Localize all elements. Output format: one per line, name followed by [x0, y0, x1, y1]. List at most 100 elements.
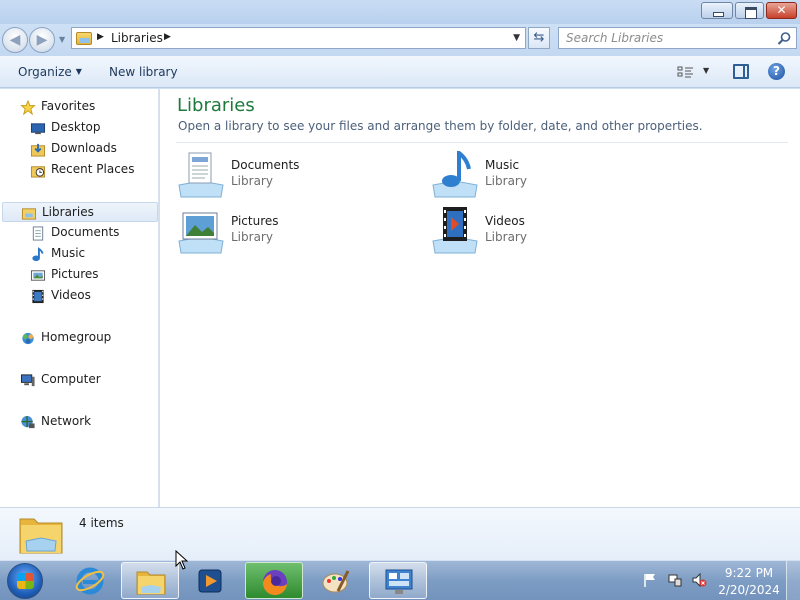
taskbar-windows-explorer[interactable]	[121, 562, 179, 599]
music-icon	[32, 247, 44, 262]
breadcrumb-chevron-icon[interactable]: ▶	[97, 32, 104, 42]
nav-label: Favorites	[41, 99, 96, 113]
taskbar-control-panel[interactable]	[369, 562, 427, 599]
library-tile-videos[interactable]: Videos Library	[431, 207, 671, 259]
nav-label: Computer	[41, 372, 101, 386]
tile-name: Documents	[231, 158, 300, 172]
taskbar-internet-explorer[interactable]	[61, 562, 119, 599]
control-panel-icon	[385, 569, 413, 594]
downloads-icon	[30, 143, 46, 157]
nav-label: Videos	[51, 288, 91, 302]
divider	[176, 142, 788, 143]
desktop-icon	[30, 123, 46, 135]
search-box[interactable]	[558, 27, 797, 49]
nav-computer[interactable]: Computer	[0, 370, 156, 390]
address-bar[interactable]: ▶ Libraries ▶ ▼	[71, 27, 526, 49]
nav-pictures[interactable]: Pictures	[0, 265, 156, 285]
videos-library-icon	[432, 207, 478, 254]
page-title: Libraries	[177, 95, 255, 116]
maximize-button[interactable]	[735, 2, 764, 19]
libraries-folder-icon	[19, 518, 63, 554]
volume-muted-icon[interactable]	[691, 572, 707, 588]
minimize-icon	[702, 3, 732, 18]
windows-explorer-icon	[136, 571, 166, 595]
content-area: Libraries Open a library to see your fil…	[160, 89, 800, 507]
search-input[interactable]	[559, 28, 771, 48]
nav-recent-places[interactable]: Recent Places	[0, 160, 156, 180]
nav-label: Desktop	[51, 120, 101, 134]
pictures-library-icon	[178, 212, 224, 254]
documents-icon	[32, 226, 44, 241]
nav-favorites[interactable]: Favorites	[0, 97, 156, 117]
close-button[interactable]	[766, 2, 797, 19]
taskbar-firefox[interactable]	[245, 562, 303, 599]
clock-date[interactable]: 2/20/2024	[718, 583, 780, 597]
back-button[interactable]: ◀	[2, 27, 28, 53]
help-button[interactable]: ?	[768, 63, 785, 80]
homegroup-icon	[22, 332, 34, 345]
mouse-pointer-icon	[175, 550, 189, 570]
tile-type: Library	[231, 174, 273, 188]
library-tile-pictures[interactable]: Pictures Library	[177, 207, 417, 259]
address-dropdown-icon[interactable]: ▼	[513, 33, 520, 43]
change-view-button[interactable]: ▼	[677, 65, 713, 81]
address-row: ◀ ▶ ▼ ▶ Libraries ▶ ▼ ⇆	[0, 24, 800, 56]
videos-icon	[32, 289, 44, 304]
library-tile-documents[interactable]: Documents Library	[177, 151, 417, 203]
nav-homegroup[interactable]: Homegroup	[0, 328, 156, 348]
preview-pane-button[interactable]	[733, 64, 749, 79]
recent-pages-dropdown[interactable]: ▼	[59, 35, 65, 44]
recent-places-icon	[30, 166, 46, 178]
network-status-icon[interactable]	[667, 572, 683, 588]
show-desktop-button[interactable]	[786, 561, 800, 600]
view-options-icon	[677, 66, 693, 78]
tile-type: Library	[231, 230, 273, 244]
libraries-folder-icon	[76, 32, 92, 45]
title-bar	[0, 0, 800, 24]
nav-network[interactable]: Network	[0, 412, 156, 432]
paint-icon	[322, 570, 350, 593]
nav-label: Downloads	[51, 141, 117, 155]
clock-time[interactable]: 9:22 PM	[722, 566, 776, 580]
action-center-flag-icon[interactable]	[642, 572, 658, 588]
nav-videos[interactable]: Videos	[0, 286, 156, 306]
back-arrow-icon: ◀	[9, 32, 21, 48]
nav-libraries[interactable]: Libraries	[2, 202, 158, 222]
internet-explorer-icon	[75, 567, 105, 595]
chevron-down-icon: ▼	[75, 67, 82, 76]
page-subtitle: Open a library to see your files and arr…	[178, 119, 703, 133]
tile-type: Library	[485, 174, 527, 188]
breadcrumb-chevron-icon[interactable]: ▶	[164, 32, 171, 42]
organize-button[interactable]: Organize ▼	[18, 65, 82, 79]
forward-arrow-icon: ▶	[36, 32, 48, 48]
tile-name: Pictures	[231, 214, 279, 228]
start-button[interactable]	[7, 563, 43, 599]
minimize-button[interactable]	[701, 2, 733, 19]
network-icon	[21, 415, 35, 429]
nav-music[interactable]: Music	[0, 244, 156, 264]
taskbar-paint[interactable]	[307, 562, 365, 599]
nav-label: Music	[51, 246, 86, 260]
media-player-icon	[198, 569, 222, 593]
nav-documents[interactable]: Documents	[0, 223, 156, 243]
navigation-pane: Favorites Desktop Downloads Recent Place…	[0, 89, 159, 507]
chevron-down-icon: ▼	[703, 66, 710, 75]
refresh-icon: ⇆	[533, 30, 545, 45]
nav-desktop[interactable]: Desktop	[0, 118, 156, 138]
libraries-icon	[21, 208, 37, 220]
nav-downloads[interactable]: Downloads	[0, 139, 156, 159]
details-pane: 4 items	[0, 507, 800, 560]
star-icon	[20, 100, 36, 115]
nav-label: Network	[41, 414, 92, 428]
library-tile-music[interactable]: Music Library	[431, 151, 671, 203]
refresh-button[interactable]: ⇆	[528, 27, 550, 49]
forward-button[interactable]: ▶	[29, 27, 55, 53]
new-library-button[interactable]: New library	[109, 65, 178, 79]
tile-name: Music	[485, 158, 520, 172]
close-icon	[767, 3, 796, 18]
command-bar: Organize ▼ New library ▼ ?	[0, 56, 800, 88]
breadcrumb-libraries[interactable]: Libraries	[111, 31, 163, 45]
search-icon[interactable]	[777, 31, 792, 46]
nav-label: Homegroup	[41, 330, 112, 344]
taskbar-media-player[interactable]	[181, 562, 239, 599]
